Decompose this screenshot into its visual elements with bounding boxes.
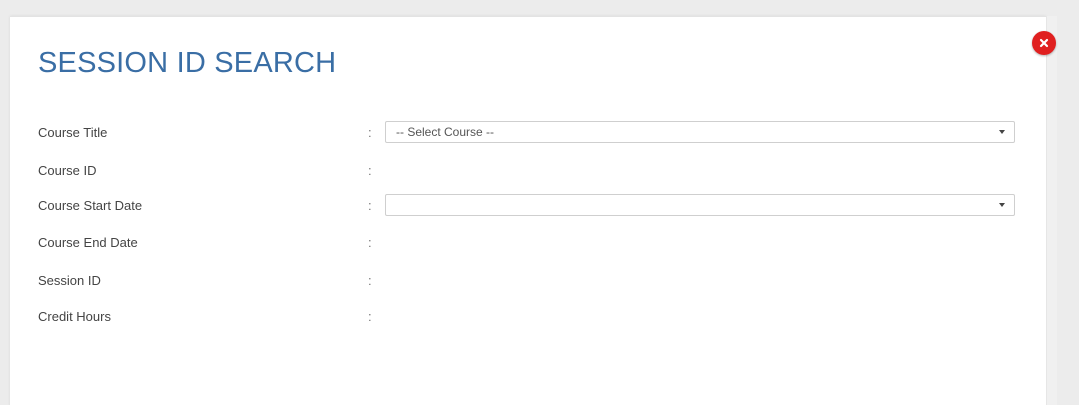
modal-scrollbar[interactable] — [1046, 16, 1057, 405]
form-row-course-title: Course Title : -- Select Course -- — [38, 121, 1038, 145]
form-row-credit-hours: Credit Hours : — [38, 305, 1038, 329]
credit-hours-colon: : — [368, 309, 372, 324]
page-backdrop: SESSION ID SEARCH Course Title : -- Sele… — [0, 0, 1079, 405]
credit-hours-label: Credit Hours — [38, 309, 111, 324]
chevron-down-icon — [999, 203, 1005, 207]
course-start-date-colon: : — [368, 198, 372, 213]
course-title-label: Course Title — [38, 125, 108, 140]
session-id-search-modal: SESSION ID SEARCH Course Title : -- Sele… — [10, 16, 1046, 405]
course-start-date-select[interactable] — [385, 194, 1015, 216]
session-id-label: Session ID — [38, 273, 101, 288]
form-row-session-id: Session ID : — [38, 269, 1038, 293]
close-icon — [1032, 31, 1056, 55]
session-id-colon: : — [368, 273, 372, 288]
form-row-course-id: Course ID : — [38, 159, 1038, 183]
course-end-date-label: Course End Date — [38, 235, 138, 250]
course-start-date-label: Course Start Date — [38, 198, 143, 213]
course-title-colon: : — [368, 125, 372, 140]
chevron-down-icon — [999, 130, 1005, 134]
form-row-course-start-date: Course Start Date : — [38, 194, 1038, 218]
course-end-date-colon: : — [368, 235, 372, 250]
course-id-colon: : — [368, 163, 372, 178]
modal-title: SESSION ID SEARCH — [38, 47, 337, 79]
course-title-select-value: -- Select Course -- — [396, 125, 495, 139]
close-button[interactable] — [1032, 31, 1056, 55]
course-title-select[interactable]: -- Select Course -- — [385, 121, 1015, 143]
course-id-label: Course ID — [38, 163, 97, 178]
form-row-course-end-date: Course End Date : — [38, 231, 1038, 255]
